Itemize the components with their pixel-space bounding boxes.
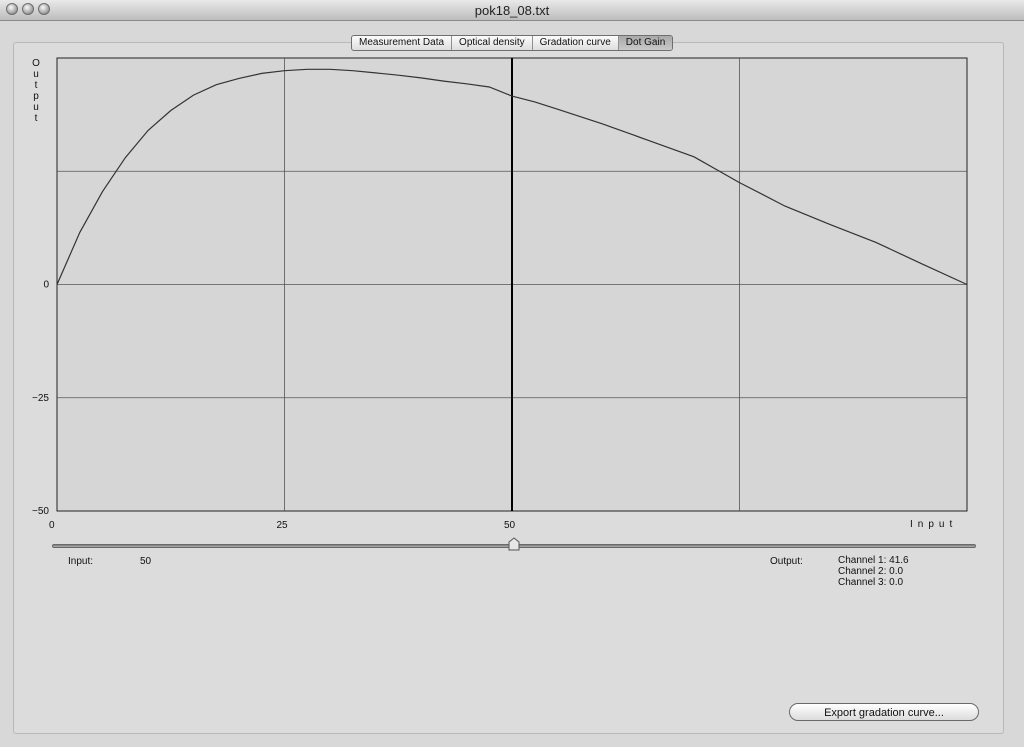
output-label: Output: <box>770 556 803 567</box>
x-tick-label: 25 <box>277 520 289 531</box>
slider-knob[interactable] <box>507 537 521 551</box>
x-tick-label: 50 <box>504 520 516 531</box>
dot-gain-chart: 0 25 50 0 −25 −50 <box>32 57 968 531</box>
input-label: Input: <box>68 556 94 567</box>
channel-3-value: Channel 3: 0.0 <box>838 577 904 588</box>
export-gradation-curve-button[interactable]: Export gradation curve... <box>789 703 979 721</box>
y-tick-label: −25 <box>32 393 49 404</box>
y-tick-label: −50 <box>32 506 49 517</box>
y-tick-label: 0 <box>43 280 49 291</box>
channel-2-value: Channel 2: 0.0 <box>838 566 904 577</box>
channel-1-value: Channel 1: 41.6 <box>838 555 909 566</box>
input-value: 50 <box>140 556 152 567</box>
x-tick-label: 0 <box>49 520 55 531</box>
